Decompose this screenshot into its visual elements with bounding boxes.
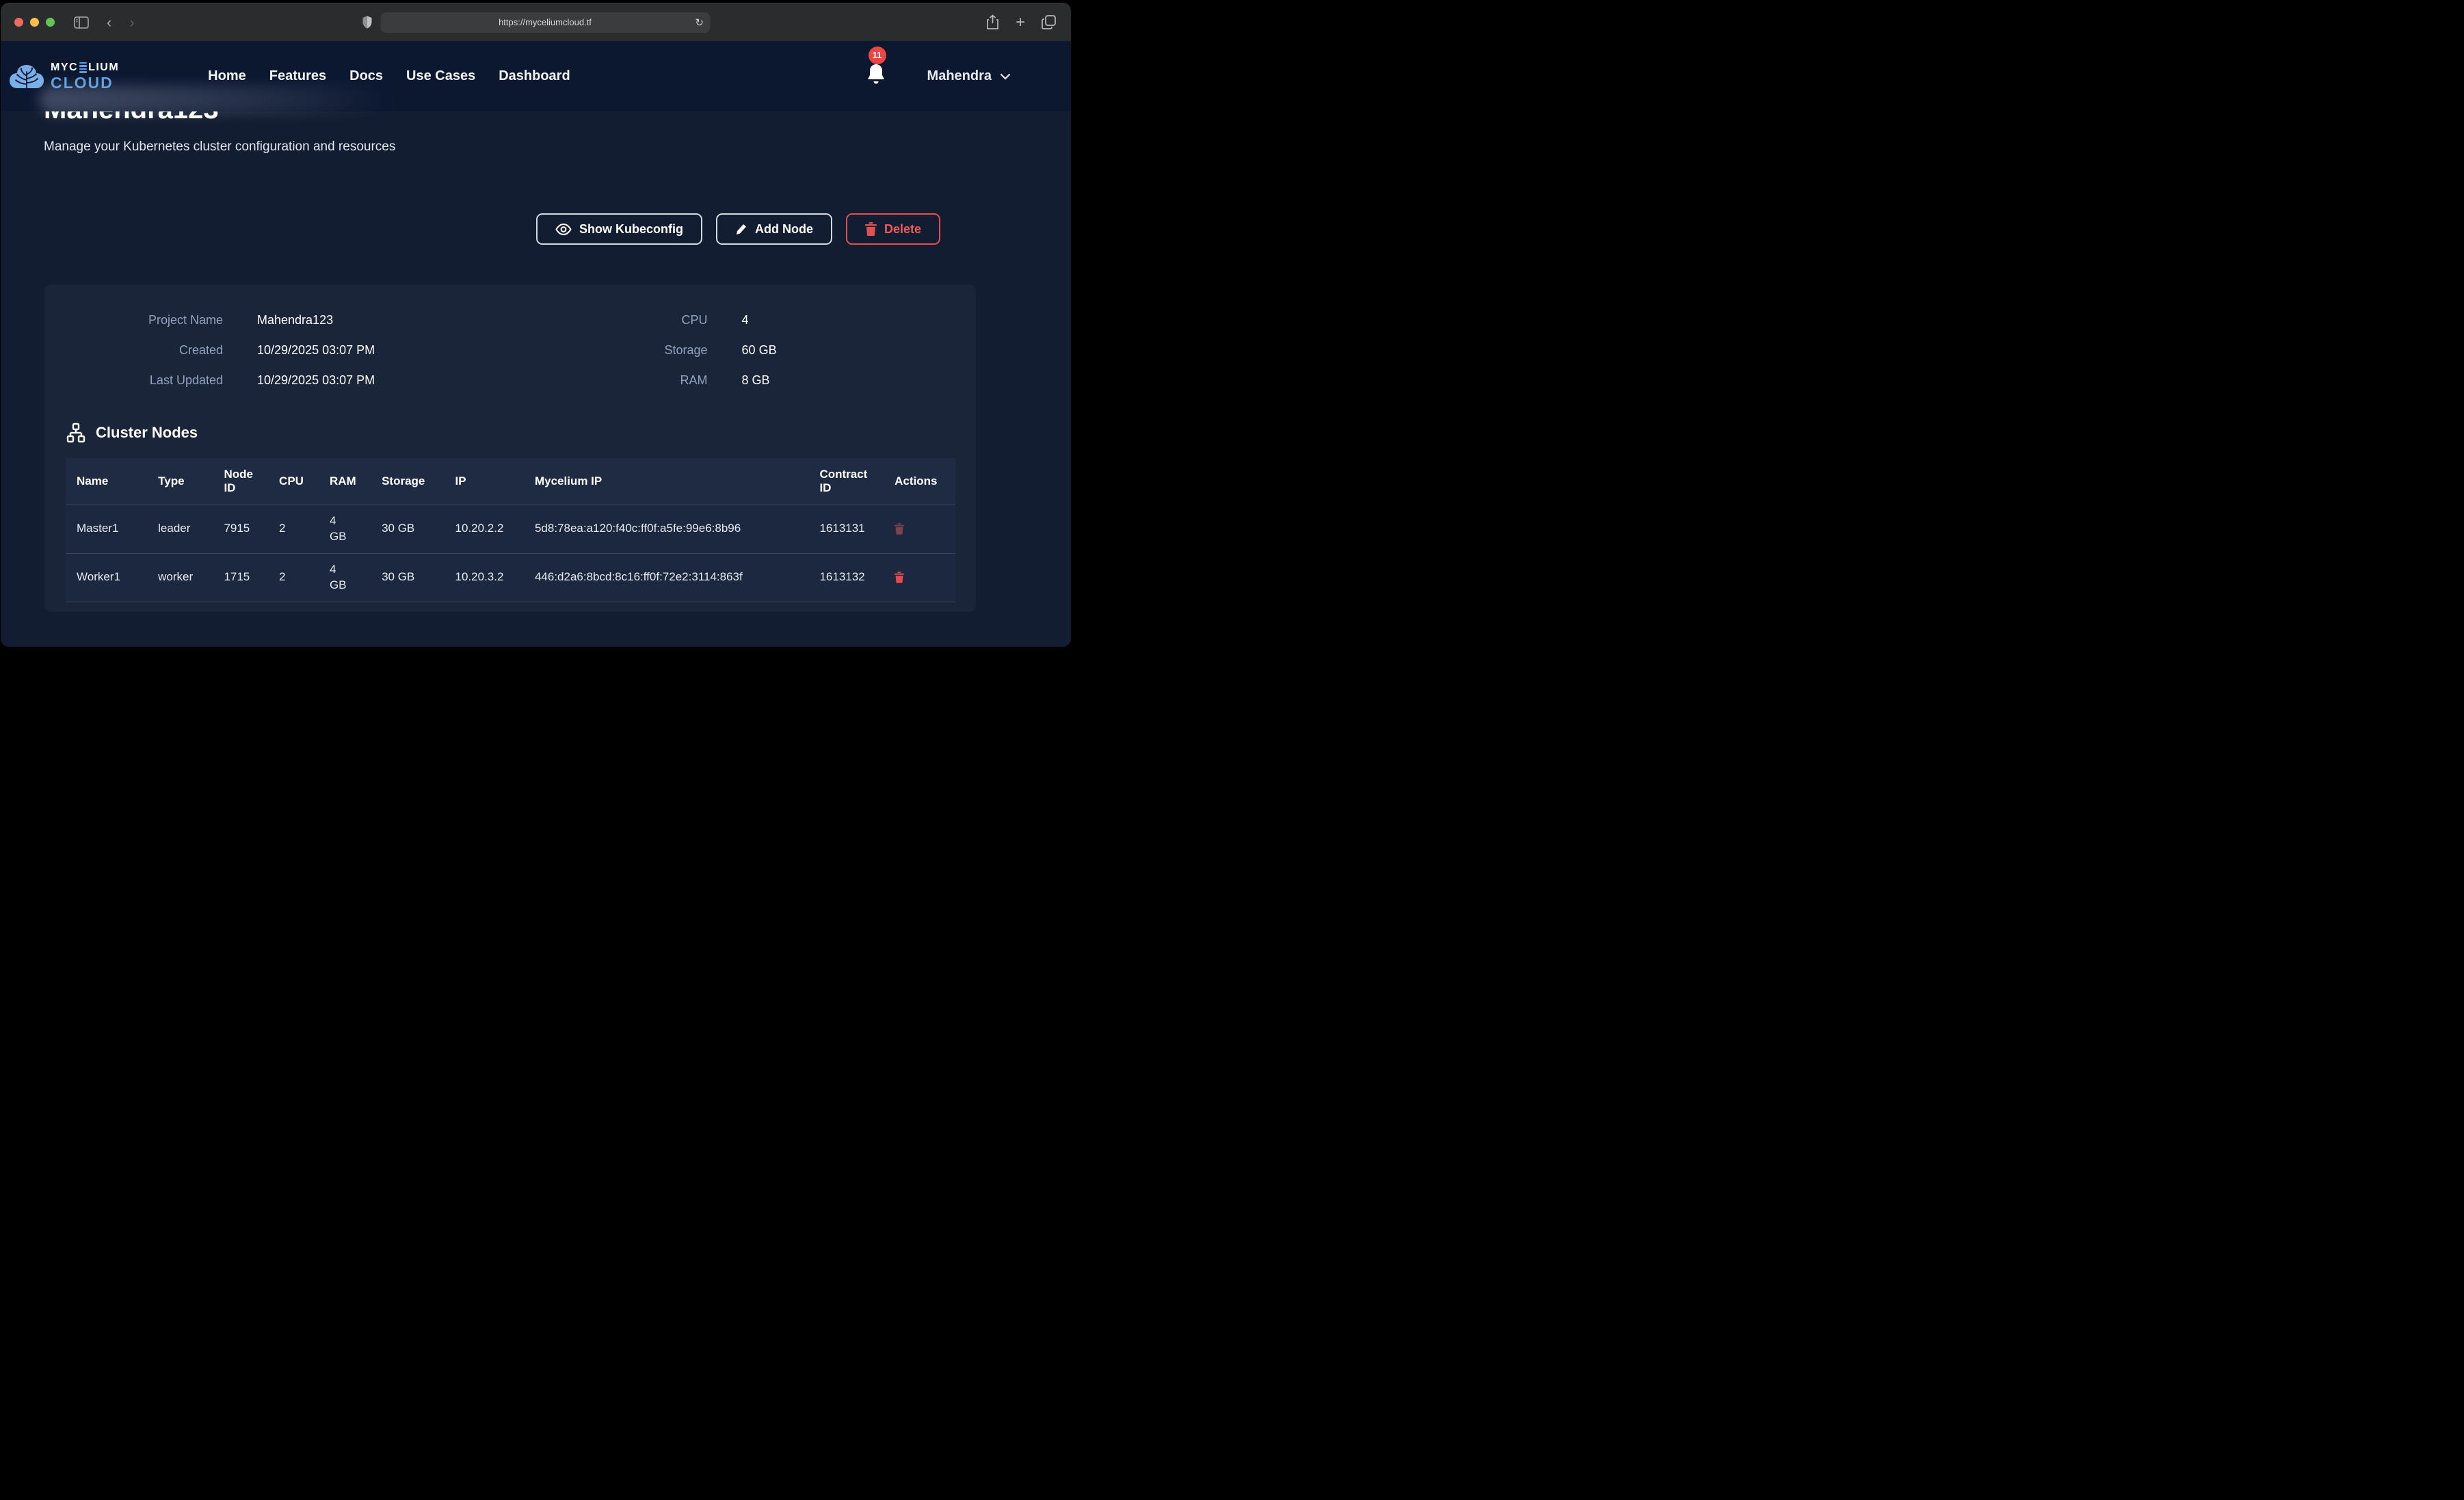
- col-actions: Actions: [886, 458, 955, 505]
- nav-link-docs[interactable]: Docs: [349, 68, 383, 84]
- cell-node-id: 7915: [215, 505, 271, 554]
- cell-type: worker: [150, 553, 215, 602]
- pencil-icon: [735, 223, 747, 236]
- traffic-lights: [14, 18, 55, 27]
- brand-name-top: MYCLIUM: [51, 62, 119, 73]
- notifications-button[interactable]: 11: [866, 63, 889, 90]
- cluster-nodes-heading: Cluster Nodes: [66, 423, 955, 443]
- delete-node-button[interactable]: [895, 523, 904, 535]
- add-node-button[interactable]: Add Node: [716, 213, 832, 245]
- page-subtitle: Manage your Kubernetes cluster configura…: [44, 139, 1071, 155]
- cluster-info: Project Name Mahendra123 Created 10/29/202…: [66, 305, 955, 395]
- col-cpu: CPU: [271, 458, 321, 505]
- site-header: MYCLIUM CLOUD Home Features Docs Use Cas…: [1, 41, 1071, 111]
- info-label: CPU: [564, 313, 708, 327]
- chevron-down-icon: [1000, 73, 1011, 80]
- forward-icon[interactable]: ›: [129, 14, 134, 31]
- cell-mycelium-ip: 446:d2a6:8bcd:8c16:ff0f:72e2:3114:863f: [527, 553, 811, 602]
- share-icon[interactable]: [986, 14, 999, 30]
- col-name: Name: [66, 458, 150, 505]
- table-header-row: Name Type Node ID CPU RAM Storage IP Myc…: [66, 458, 955, 505]
- delete-node-button[interactable]: [895, 572, 904, 583]
- reload-icon[interactable]: ↻: [695, 16, 704, 29]
- zoom-window-button[interactable]: [46, 18, 55, 27]
- bell-icon: [866, 63, 889, 86]
- logo-e-bars-icon: [79, 62, 87, 73]
- nav-link-features[interactable]: Features: [269, 68, 326, 84]
- cpu-value: 4: [742, 313, 749, 327]
- new-tab-button[interactable]: +: [1016, 13, 1025, 32]
- brand-logo[interactable]: MYCLIUM CLOUD: [9, 62, 119, 91]
- nav-link-home[interactable]: Home: [208, 68, 246, 84]
- address-bar[interactable]: https://myceliumcloud.tf ↻: [380, 12, 710, 33]
- page-title: Mahendra123: [44, 111, 1071, 126]
- network-nodes-icon: [66, 423, 86, 443]
- nav-link-dashboard[interactable]: Dashboard: [499, 68, 570, 84]
- info-label: Storage: [564, 343, 708, 358]
- nav-link-use-cases[interactable]: Use Cases: [406, 68, 475, 84]
- user-name: Mahendra: [927, 68, 992, 84]
- cell-ip: 10.20.3.2: [447, 553, 527, 602]
- url-text: https://myceliumcloud.tf: [499, 17, 592, 27]
- page-title-clip: Mahendra123: [44, 111, 1071, 126]
- col-mycelium-ip: Mycelium IP: [527, 458, 811, 505]
- last-updated-value: 10/29/2025 03:07 PM: [257, 373, 375, 388]
- cell-ip: 10.20.2.2: [447, 505, 527, 554]
- cell-ram: 4 GB: [321, 505, 373, 554]
- cell-ram: 4 GB: [321, 553, 373, 602]
- delete-cluster-button[interactable]: Delete: [846, 213, 940, 245]
- info-label: RAM: [564, 373, 708, 388]
- main-nav: Home Features Docs Use Cases Dashboard: [208, 68, 570, 84]
- back-icon[interactable]: ‹: [107, 14, 111, 31]
- cell-cpu: 2: [271, 505, 321, 554]
- info-label: Created: [66, 343, 223, 358]
- show-kubeconfig-button[interactable]: Show Kubeconfig: [536, 213, 702, 245]
- cell-storage: 30 GB: [373, 505, 447, 554]
- cell-name: Worker1: [66, 553, 150, 602]
- user-menu[interactable]: Mahendra: [927, 68, 1011, 84]
- cell-storage: 30 GB: [373, 553, 447, 602]
- cell-cpu: 2: [271, 553, 321, 602]
- col-ram: RAM: [321, 458, 373, 505]
- ram-value: 8 GB: [742, 373, 770, 388]
- created-value: 10/29/2025 03:07 PM: [257, 343, 375, 358]
- cluster-details-card: Project Name Mahendra123 Created 10/29/202…: [44, 284, 976, 612]
- browser-toolbar: ‹ › https://myceliumcloud.tf ↻ +: [1, 3, 1071, 41]
- privacy-shield-icon[interactable]: [362, 16, 372, 29]
- tab-overview-icon[interactable]: [1042, 15, 1056, 29]
- info-label: Last Updated: [66, 373, 223, 388]
- eye-icon: [555, 224, 572, 235]
- mycelium-cloud-logo-icon: [9, 64, 44, 90]
- col-ip: IP: [447, 458, 527, 505]
- cluster-nodes-table: Name Type Node ID CPU RAM Storage IP Myc…: [66, 458, 955, 602]
- cell-type: leader: [150, 505, 215, 554]
- sidebar-toggle-icon[interactable]: [74, 16, 89, 29]
- notification-count-badge: 11: [869, 46, 886, 64]
- cell-node-id: 1715: [215, 553, 271, 602]
- cell-contract-id: 1613132: [811, 553, 886, 602]
- cluster-actions: Show Kubeconfig Add Node Delete: [1, 213, 940, 245]
- browser-window: ‹ › https://myceliumcloud.tf ↻ +: [1, 3, 1071, 647]
- col-contract-id: Contract ID: [811, 458, 886, 505]
- col-type: Type: [150, 458, 215, 505]
- cell-mycelium-ip: 5d8:78ea:a120:f40c:ff0f:a5fe:99e6:8b96: [527, 505, 811, 554]
- trash-icon: [865, 222, 877, 236]
- storage-value: 60 GB: [742, 343, 777, 358]
- cell-name: Master1: [66, 505, 150, 554]
- minimize-window-button[interactable]: [30, 18, 39, 27]
- table-row: Worker1 worker 1715 2 4 GB 30 GB 10.20.3…: [66, 553, 955, 602]
- project-name-value: Mahendra123: [257, 313, 333, 327]
- table-row: Master1 leader 7915 2 4 GB 30 GB 10.20.2…: [66, 505, 955, 554]
- close-window-button[interactable]: [14, 18, 23, 27]
- cell-contract-id: 1613131: [811, 505, 886, 554]
- info-label: Project Name: [66, 313, 223, 327]
- col-node-id: Node ID: [215, 458, 271, 505]
- col-storage: Storage: [373, 458, 447, 505]
- brand-name-bottom: CLOUD: [51, 75, 119, 91]
